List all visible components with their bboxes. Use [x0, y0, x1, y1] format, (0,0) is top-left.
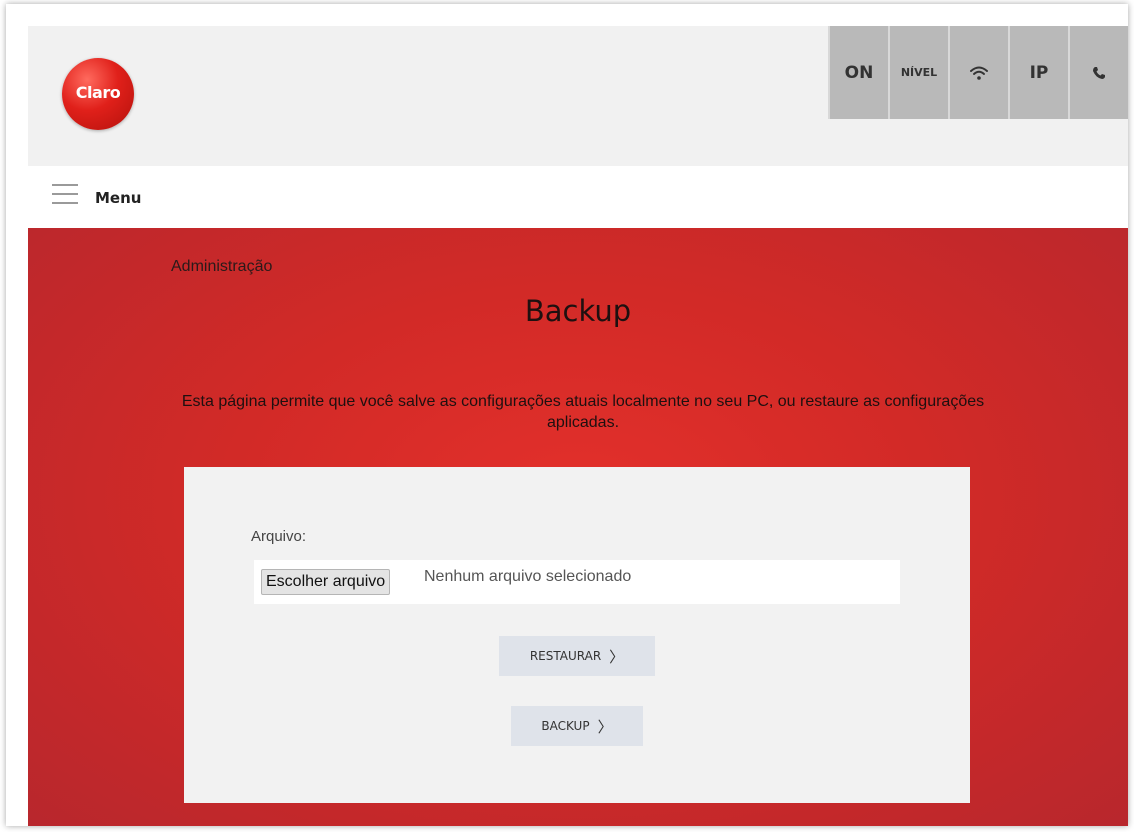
status-wifi[interactable]: [948, 26, 1008, 119]
file-status-text: Nenhum arquivo selecionado: [424, 568, 632, 585]
page-description: Esta página permite que você salve as co…: [181, 393, 985, 431]
backup-button-label: BACKUP: [541, 719, 590, 733]
restore-button-label: RESTAURAR: [529, 649, 602, 663]
chevron-right-icon: 〉: [609, 647, 625, 666]
backup-card: Arquivo: Escolher arquivo Nenhum arquivo…: [184, 467, 970, 803]
claro-logo[interactable]: Claro: [62, 58, 134, 130]
restore-button[interactable]: RESTAURAR 〉: [499, 636, 655, 676]
browser-frame: Claro ON NÍVEL IP Menu Administração Bac…: [6, 4, 1128, 826]
main-content: Administração Backup Esta página permite…: [28, 228, 1128, 826]
menu-label[interactable]: Menu: [95, 189, 141, 207]
status-ip[interactable]: IP: [1008, 26, 1068, 119]
status-bar: ON NÍVEL IP: [828, 26, 1128, 119]
top-header: Claro ON NÍVEL IP: [28, 26, 1128, 166]
page-title: Backup: [524, 294, 632, 328]
wifi-icon: [970, 65, 988, 81]
breadcrumb[interactable]: Administração: [171, 258, 272, 276]
chevron-right-icon: 〉: [597, 717, 613, 736]
logo-text: Claro: [75, 83, 121, 102]
choose-file-button[interactable]: Escolher arquivo: [261, 569, 391, 595]
file-input[interactable]: Escolher arquivo Nenhum arquivo selecion…: [254, 560, 900, 604]
status-nivel[interactable]: NÍVEL: [888, 26, 948, 119]
hamburger-icon[interactable]: [52, 184, 78, 206]
file-label: Arquivo:: [251, 528, 307, 545]
status-phone[interactable]: [1068, 26, 1128, 119]
phone-icon: [1092, 66, 1106, 80]
backup-button[interactable]: BACKUP 〉: [511, 706, 643, 746]
status-on[interactable]: ON: [828, 26, 888, 119]
menu-bar: Menu: [28, 166, 1128, 228]
